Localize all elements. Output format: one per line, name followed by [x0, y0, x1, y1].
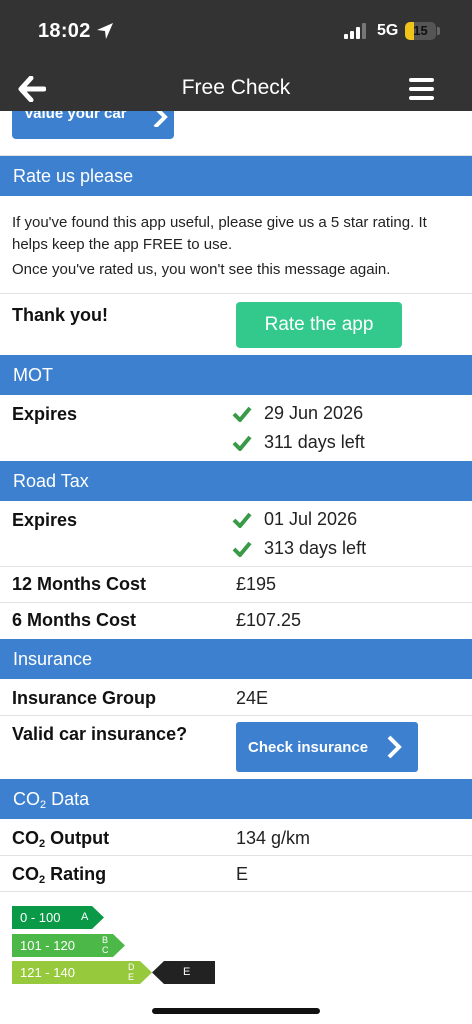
- insurance-group-value: 24E: [236, 688, 269, 708]
- band-b-letter: B: [102, 935, 109, 945]
- divider: [0, 293, 472, 294]
- band-de-range: 121 - 140: [20, 965, 75, 980]
- tax-6-months-cost: £107.25: [236, 610, 302, 630]
- band-c-letter: C: [102, 945, 109, 955]
- valid-insurance-label: Valid car insurance?: [12, 724, 188, 744]
- insurance-header: Insurance: [0, 639, 472, 679]
- tax-12-months-cost: £195: [236, 574, 277, 594]
- co2-rating-suffix: Rating: [45, 864, 107, 884]
- battery-cap: [437, 27, 440, 35]
- tax-days-left: 313 days left: [264, 538, 367, 558]
- divider: [0, 891, 472, 892]
- rate-the-app-button[interactable]: Rate the app: [236, 302, 402, 348]
- divider: [0, 566, 472, 567]
- co2-output-prefix: CO: [12, 828, 39, 848]
- check-icon: [232, 512, 252, 528]
- mot-header: MOT: [0, 355, 472, 395]
- band-e-letter: E: [128, 972, 135, 982]
- value-your-car-button[interactable]: Value your car: [12, 111, 174, 139]
- band-a-range: 0 - 100: [20, 910, 61, 925]
- co2-output-value: 134 g/km: [236, 828, 311, 848]
- rate-us-text: If you've found this app useful, please …: [12, 214, 427, 253]
- co2-rating-prefix: CO: [12, 864, 39, 884]
- band-a-letter: A: [81, 911, 89, 923]
- check-icon: [232, 406, 252, 422]
- battery-level: 15: [413, 23, 428, 38]
- co2-band-a: 0 - 100 A: [12, 906, 104, 929]
- nav-bar: Free Check: [0, 66, 472, 111]
- check-icon: [232, 435, 252, 451]
- co2-header: CO2 Data: [0, 779, 472, 819]
- network-type: 5G: [377, 22, 399, 39]
- band-d-letter: D: [128, 962, 135, 972]
- divider: [0, 715, 472, 716]
- co2-header-suffix: Data: [46, 789, 90, 809]
- co2-band-bc: 101 - 120 B C: [12, 934, 125, 957]
- mot-date: 29 Jun 2026: [264, 403, 364, 423]
- mot-days-left: 311 days left: [264, 432, 365, 452]
- status-bar: 18:02 5G 15: [0, 0, 472, 66]
- tax-6-months-label: 6 Months Cost: [12, 610, 136, 630]
- battery-icon: 15: [405, 22, 436, 40]
- insurance-group-label: Insurance Group: [12, 688, 157, 708]
- location-arrow-icon: [97, 23, 113, 39]
- marker-letter: E: [183, 966, 191, 978]
- hamburger-icon[interactable]: [409, 78, 434, 100]
- thank-you-text: Thank you!: [12, 305, 109, 325]
- tax-12-months-label: 12 Months Cost: [12, 574, 147, 594]
- road-tax-header: Road Tax: [0, 461, 472, 501]
- chevron-right-icon: [387, 735, 402, 759]
- signal-icon: [344, 23, 366, 39]
- divider: [0, 602, 472, 603]
- co2-header-prefix: CO: [13, 789, 40, 809]
- value-your-car-label: Value your car: [24, 111, 127, 122]
- check-icon: [232, 541, 252, 557]
- co2-rating-value: E: [236, 864, 249, 884]
- tax-expires-label: Expires: [12, 510, 78, 530]
- co2-output-suffix: Output: [45, 828, 110, 848]
- tax-date: 01 Jul 2026: [264, 509, 358, 529]
- co2-band-de: 121 - 140 D E: [12, 961, 152, 984]
- mot-expires-label: Expires: [12, 404, 78, 424]
- band-bc-range: 101 - 120: [20, 938, 75, 953]
- co2-rating-label: CO2 Rating: [12, 864, 107, 886]
- rate-us-header: Rate us please: [0, 156, 472, 196]
- check-insurance-button[interactable]: Check insurance: [236, 722, 418, 772]
- home-indicator: [152, 1008, 320, 1014]
- rate-us-note: Once you've rated us, you won't see this…: [12, 261, 391, 278]
- co2-rating-marker: E: [152, 961, 215, 984]
- co2-output-label: CO2 Output: [12, 828, 110, 850]
- divider: [0, 855, 472, 856]
- chevron-right-icon: [153, 111, 168, 127]
- status-time: 18:02: [38, 20, 91, 42]
- page-title: Free Check: [181, 76, 291, 99]
- check-insurance-label: Check insurance: [248, 739, 369, 756]
